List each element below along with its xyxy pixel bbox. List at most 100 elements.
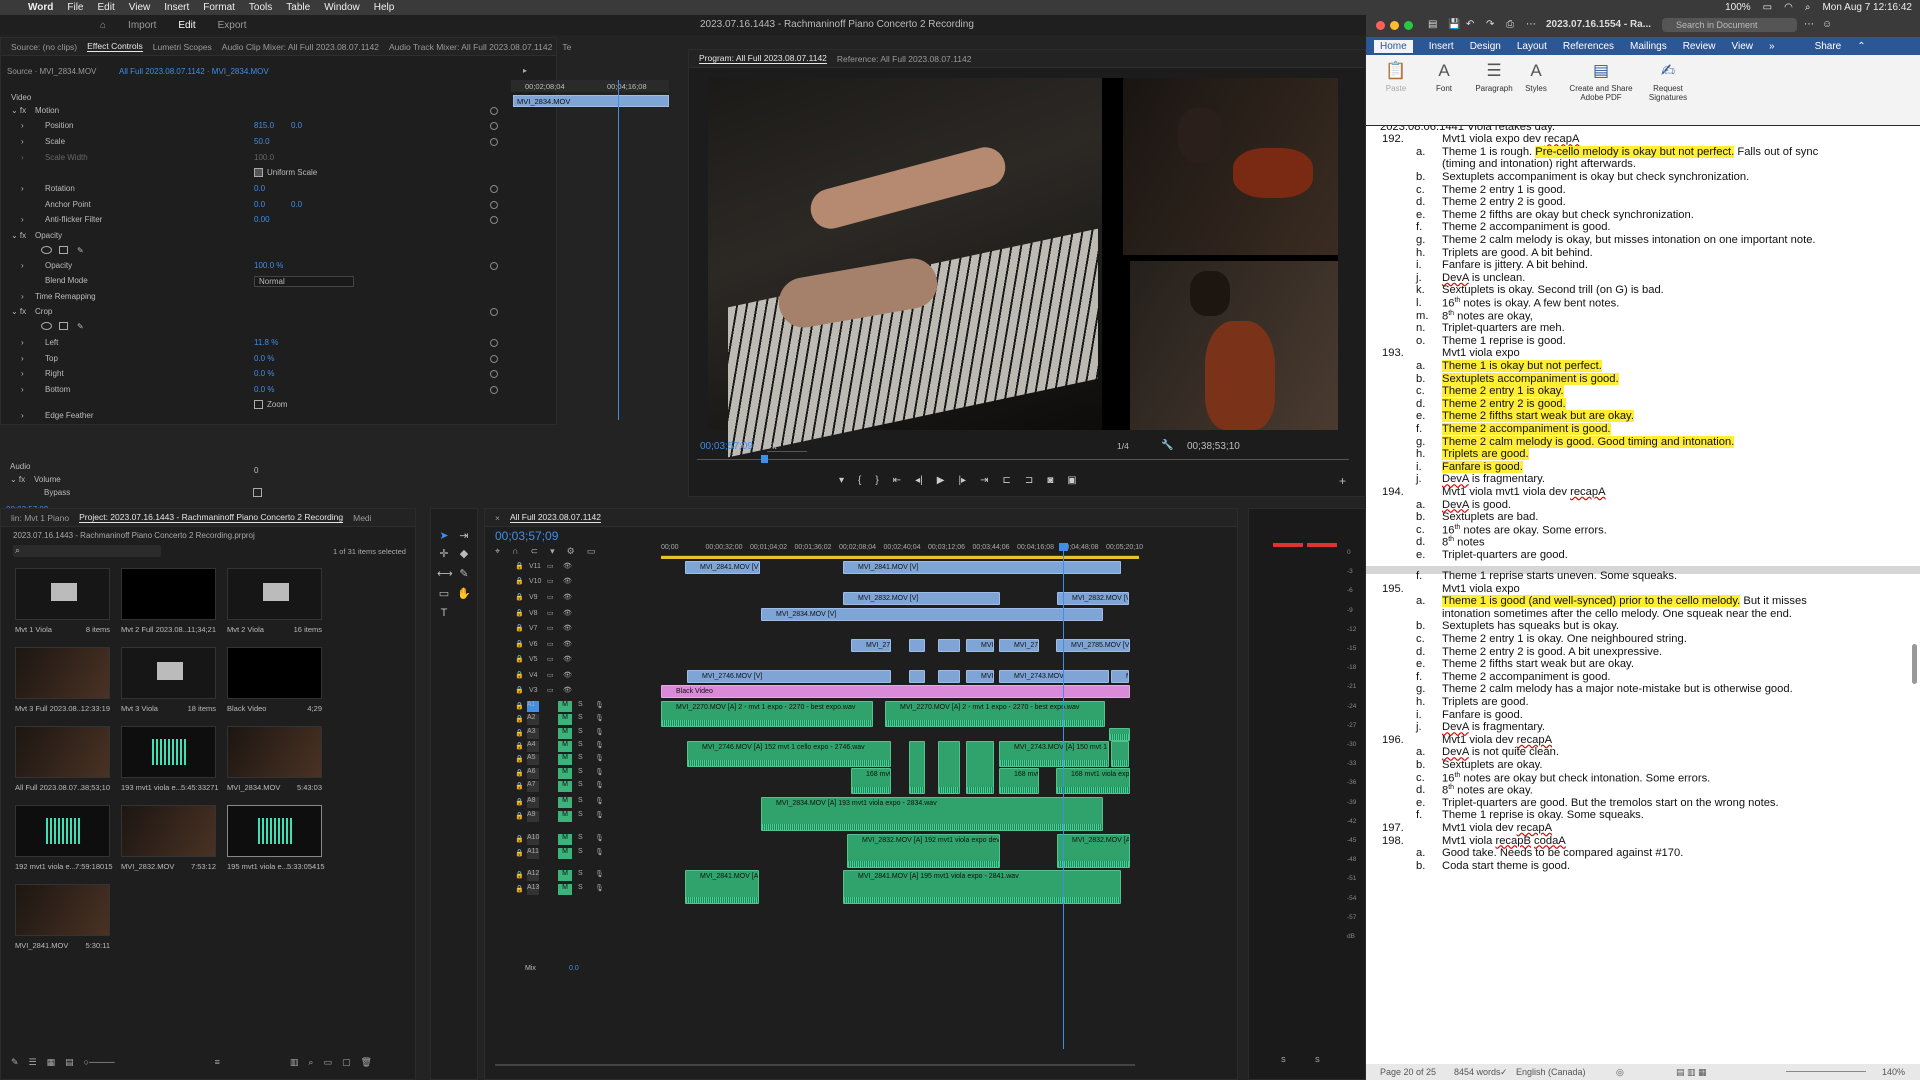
- clip-v4[interactable]: [938, 670, 960, 683]
- mic-icon[interactable]: 🎙: [595, 728, 604, 736]
- new-item-icon[interactable]: ▢: [342, 1057, 351, 1069]
- eye-icon[interactable]: 👁: [563, 671, 572, 679]
- document-body[interactable]: 2023.08.06.1441 Viola retakes day. 192. Mv…: [1366, 126, 1920, 1064]
- reset-icon[interactable]: [490, 216, 498, 224]
- mic-icon[interactable]: 🎙: [595, 701, 604, 709]
- document-line[interactable]: Sextuplets are bad.: [1442, 511, 1538, 523]
- audio-clip-a4[interactable]: [966, 741, 994, 794]
- clip-v6[interactable]: MVI: [966, 639, 994, 652]
- bypass-checkbox[interactable]: [253, 488, 262, 497]
- app-menu[interactable]: Word: [28, 2, 53, 13]
- add-button-icon[interactable]: +: [1339, 474, 1346, 488]
- menu-tools[interactable]: Tools: [249, 2, 272, 13]
- timeline-scrollbar[interactable]: [495, 1064, 1135, 1066]
- document-line[interactable]: Sextuplets has squeaks but is okay.: [1442, 620, 1619, 632]
- zoom-slider[interactable]: ○────: [84, 1057, 115, 1069]
- lock-icon[interactable]: 🔒: [515, 640, 524, 648]
- mic-icon[interactable]: 🎙: [595, 834, 604, 842]
- toggle-output-icon[interactable]: ▭: [547, 562, 554, 570]
- document-line[interactable]: Coda start theme is good.: [1442, 860, 1570, 872]
- close-window-button[interactable]: [1376, 21, 1385, 30]
- project-item-thumb[interactable]: [227, 568, 322, 620]
- clip-v4[interactable]: MVI_2746.MOV [V]: [687, 670, 891, 683]
- lock-icon[interactable]: 🔒: [515, 686, 524, 694]
- project-item-thumb[interactable]: [227, 805, 322, 857]
- mute-button[interactable]: M: [558, 741, 572, 752]
- anchor-y[interactable]: 0.0: [291, 200, 302, 209]
- eye-icon[interactable]: 👁: [563, 562, 572, 570]
- marker-add-icon[interactable]: ▾: [550, 546, 555, 557]
- document-line[interactable]: DevA is not quite clean.: [1442, 746, 1559, 758]
- more-icon[interactable]: ⋯: [1526, 19, 1536, 30]
- wrench-icon[interactable]: 🔧: [1161, 440, 1173, 451]
- pen-mask-icon[interactable]: ✎: [77, 322, 84, 331]
- styles-button[interactable]: A Styles: [1506, 61, 1566, 93]
- document-line[interactable]: Mvt1 viola expo: [1442, 583, 1520, 595]
- captions-icon[interactable]: ▭: [587, 546, 596, 557]
- reset-icon[interactable]: [490, 107, 498, 115]
- document-line[interactable]: Theme 2 calm melody is okay, but misses …: [1442, 234, 1816, 246]
- word-count[interactable]: 8454 words: [1454, 1067, 1501, 1077]
- audio-clip-a4[interactable]: MVI_2746.MOV [A] 152 mvt 1 cello expo - …: [687, 741, 891, 767]
- close-tab-icon[interactable]: ×: [495, 513, 500, 523]
- document-line[interactable]: Theme 2 accompaniment is good.: [1442, 221, 1611, 233]
- snap-icon[interactable]: ∩: [512, 546, 518, 557]
- document-line[interactable]: 16th notes are okay. Some errors.: [1442, 524, 1607, 537]
- document-line[interactable]: Triplet-quarters are good.: [1442, 549, 1568, 561]
- settings-icon[interactable]: ⚙: [567, 546, 575, 557]
- project-item-thumb[interactable]: [15, 568, 110, 620]
- audio-clip-a4[interactable]: MVI_2743.MOV [A] 150 mvt 1 cello expo - …: [999, 741, 1109, 767]
- document-line[interactable]: Theme 2 entry 1 is okay. One neighboured…: [1442, 633, 1687, 645]
- document-line[interactable]: Mvt1 viola dev recapA: [1442, 734, 1552, 746]
- new-bin-icon[interactable]: ▭: [323, 1057, 332, 1069]
- lift-icon[interactable]: ⊏: [1002, 475, 1010, 489]
- document-line[interactable]: intonation sometimes after the cello mel…: [1442, 608, 1792, 620]
- focus-icon[interactable]: ◎: [1616, 1067, 1624, 1078]
- document-line[interactable]: 8th notes: [1442, 536, 1485, 549]
- ec-sequence[interactable]: All Full 2023.08.07.1142 · MVI_2834.MOV: [119, 67, 269, 76]
- document-line[interactable]: Mvt1 viola expo: [1442, 347, 1520, 359]
- opacity-value[interactable]: 100.0 %: [254, 261, 283, 270]
- mic-icon[interactable]: 🎙: [595, 797, 604, 805]
- audio-clip-a4[interactable]: [909, 741, 925, 794]
- zoom-window-button[interactable]: [1404, 21, 1413, 30]
- edge-feather-value[interactable]: 0: [254, 466, 258, 475]
- project-item-thumb[interactable]: [227, 726, 322, 778]
- mute-button[interactable]: M: [558, 848, 572, 859]
- extract-icon[interactable]: ⊐: [1025, 475, 1033, 489]
- document-line[interactable]: Theme 1 is rough. Pre-cello melody is ok…: [1442, 145, 1818, 158]
- mark-in-icon[interactable]: {: [858, 475, 861, 489]
- solo-button[interactable]: S: [578, 870, 583, 877]
- antiflicker-value[interactable]: 0.00: [254, 215, 270, 224]
- solo-button[interactable]: S: [578, 714, 583, 721]
- lock-icon[interactable]: 🔒: [515, 577, 524, 585]
- home-icon[interactable]: ⌂: [100, 20, 106, 31]
- document-line[interactable]: DevA is fragmentary.: [1442, 473, 1545, 485]
- clip-v11[interactable]: MVI_2841.MOV [V]: [685, 561, 760, 574]
- document-line[interactable]: Mvt1 viola dev recapA: [1442, 822, 1552, 834]
- reset-icon[interactable]: [490, 308, 498, 316]
- audio-clip-a10[interactable]: MVI_2832.MOV [A] 192 mvt1 viola expo dev…: [847, 834, 1000, 868]
- solo-button[interactable]: S: [578, 768, 583, 775]
- position-y[interactable]: 0.0: [291, 121, 302, 130]
- document-line[interactable]: Theme 2 calm melody has a major note-mis…: [1442, 683, 1793, 695]
- toggle-output-icon[interactable]: ▭: [547, 624, 554, 632]
- step-back-icon[interactable]: ◂|: [915, 475, 923, 489]
- mic-icon[interactable]: 🎙: [595, 754, 604, 762]
- mic-icon[interactable]: 🎙: [595, 870, 604, 878]
- menu-table[interactable]: Table: [286, 2, 310, 13]
- clip-v11[interactable]: MVI_2841.MOV [V]: [843, 561, 1121, 574]
- document-line[interactable]: Triplet-quarters are good. But the tremo…: [1442, 797, 1779, 809]
- mute-button[interactable]: M: [558, 768, 572, 779]
- search-icon[interactable]: ⌕: [1805, 2, 1811, 13]
- eye-icon[interactable]: 👁: [563, 686, 572, 694]
- audio-clip-a4[interactable]: [1111, 741, 1129, 767]
- mute-button[interactable]: M: [558, 701, 572, 712]
- wifi-icon[interactable]: ◠: [1784, 2, 1793, 13]
- tabs-overflow-icon[interactable]: »: [1769, 41, 1775, 52]
- crop-top-value[interactable]: 0.0 %: [254, 354, 274, 363]
- timeline-playhead[interactable]: [1063, 549, 1064, 1049]
- pencil-icon[interactable]: ✎: [11, 1057, 19, 1069]
- reset-icon[interactable]: [490, 355, 498, 363]
- type-tool-icon[interactable]: T: [437, 607, 451, 621]
